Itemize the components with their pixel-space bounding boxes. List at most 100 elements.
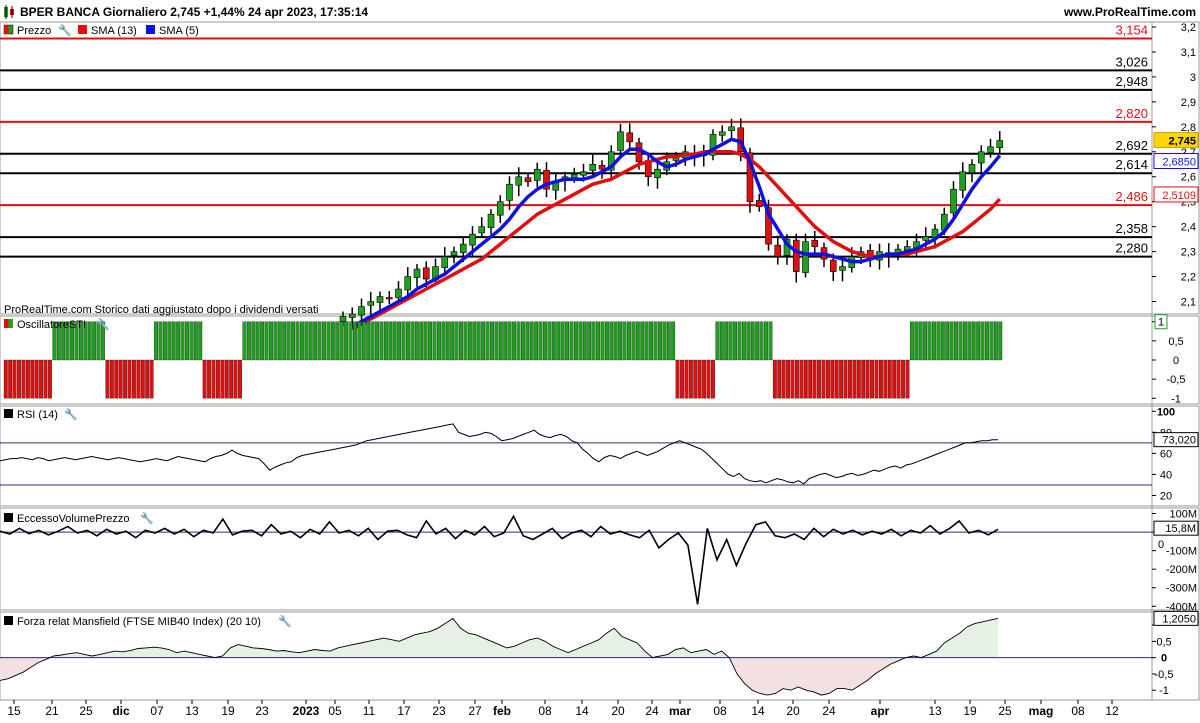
mansfield-swatch <box>4 616 13 625</box>
sti-bar <box>388 321 393 361</box>
sti-last-label: 1 <box>1158 317 1164 329</box>
sti-bar <box>662 321 667 361</box>
wrench-icon[interactable]: 🔧 <box>58 23 72 37</box>
sti-bar <box>17 359 21 399</box>
sti-bar <box>750 321 755 361</box>
sti-bar <box>958 321 963 361</box>
evp-last-label: 15,8M <box>1165 523 1196 535</box>
sti-bar <box>481 321 486 361</box>
panel-frame <box>0 507 1200 611</box>
sti-bar <box>551 321 556 361</box>
sti-bar <box>238 359 242 399</box>
mansfield-tick-label: 0,5 <box>1156 636 1171 648</box>
sti-bar <box>640 321 645 361</box>
sti-bar <box>644 321 649 361</box>
sti-bar <box>322 321 326 361</box>
x-tick-label: 08 <box>713 704 727 718</box>
sti-bar <box>304 321 309 361</box>
sti-bar <box>755 321 760 361</box>
x-tick-label: 20 <box>611 704 625 718</box>
x-tick-label: 14 <box>575 704 589 718</box>
sti-bar <box>786 359 791 399</box>
sti-bar <box>286 321 291 361</box>
candle-body <box>533 168 541 181</box>
sti-bar <box>887 359 892 399</box>
candle-body <box>589 163 597 171</box>
x-tick-label: 13 <box>928 704 942 718</box>
sti-bar <box>587 321 592 361</box>
sti-bar <box>936 321 941 361</box>
price-tick-label: 3,2 <box>1181 22 1196 34</box>
x-tick-label: mar <box>669 704 691 718</box>
sti-bar <box>543 321 547 361</box>
candle-body <box>450 251 458 256</box>
mansfield-tick-label: -0,5 <box>1155 669 1174 681</box>
wrench-icon[interactable]: 🔧 <box>278 614 292 628</box>
sti-bar <box>538 321 543 361</box>
candle-body <box>755 200 763 207</box>
sti-bar <box>450 321 455 361</box>
sti-bar <box>591 321 596 361</box>
x-tick-label: 12 <box>1105 704 1119 718</box>
sti-bar <box>246 321 251 361</box>
sti-bar <box>264 321 269 361</box>
candle-body <box>922 236 930 241</box>
sti-bar <box>361 321 366 361</box>
wrench-icon[interactable]: 🔧 <box>140 511 154 525</box>
sti-tick-label: -0,5 <box>1167 374 1186 386</box>
sti-bar <box>985 321 989 361</box>
sti-bar <box>923 321 928 361</box>
x-tick-label: 08 <box>1071 704 1085 718</box>
candle-body <box>367 301 375 306</box>
sti-bar <box>472 321 477 361</box>
sti-bar <box>255 321 260 361</box>
sti-bar <box>140 359 145 399</box>
sti-bar <box>560 321 565 361</box>
rsi-tick-label: 60 <box>1160 448 1172 460</box>
sti-bar <box>803 359 808 399</box>
level-label: 2,486 <box>1115 189 1148 204</box>
candle-body <box>718 131 726 136</box>
sti-bar <box>949 321 954 361</box>
sti-bar <box>229 359 234 399</box>
sti-bar <box>706 359 711 399</box>
level-label: 3,154 <box>1115 22 1148 37</box>
sti-bar <box>105 359 110 399</box>
candle-body <box>496 201 504 216</box>
sti-bar <box>998 321 1003 361</box>
evp-tick-label: -300M <box>1166 583 1197 595</box>
sti-bar <box>370 321 375 361</box>
sti-bar <box>971 321 976 361</box>
sti-bar <box>123 359 128 399</box>
price-tick-label: 2,2 <box>1181 272 1196 284</box>
candle-body <box>469 233 476 246</box>
x-tick-label: feb <box>493 704 511 718</box>
sma13-last: 2,5109 <box>1162 190 1196 202</box>
candle-body <box>802 241 809 273</box>
sti-bar <box>39 359 44 399</box>
x-tick-label: 11 <box>363 704 376 718</box>
candle-body <box>959 171 967 191</box>
legend-rsi: RSI (14) <box>17 409 58 421</box>
data-note: ProRealTime.com Storico dati aggiustato … <box>4 304 318 316</box>
sti-bar <box>379 321 384 361</box>
sti-bar <box>613 321 618 361</box>
x-tick-label: 23 <box>255 704 269 718</box>
sti-bar <box>467 321 472 361</box>
sti-bar <box>216 359 220 399</box>
price-tick-label: 2,4 <box>1181 222 1196 234</box>
sti-bar <box>211 359 216 399</box>
sti-bar <box>618 321 623 361</box>
level-label: 2,820 <box>1115 106 1148 121</box>
site-link[interactable]: www.ProRealTime.com <box>1063 5 1196 19</box>
sti-bar <box>772 359 777 399</box>
wrench-icon[interactable]: 🔧 <box>64 407 78 421</box>
sti-bar <box>525 321 530 361</box>
price-swatch-half <box>4 25 9 34</box>
price-last: 2,745 <box>1168 136 1196 148</box>
x-tick-label: 19 <box>963 704 977 718</box>
sti-bar <box>43 359 48 399</box>
sti-bar <box>534 321 539 361</box>
sti-bar <box>733 321 737 361</box>
wrench-icon[interactable]: 🔧 <box>96 317 110 331</box>
